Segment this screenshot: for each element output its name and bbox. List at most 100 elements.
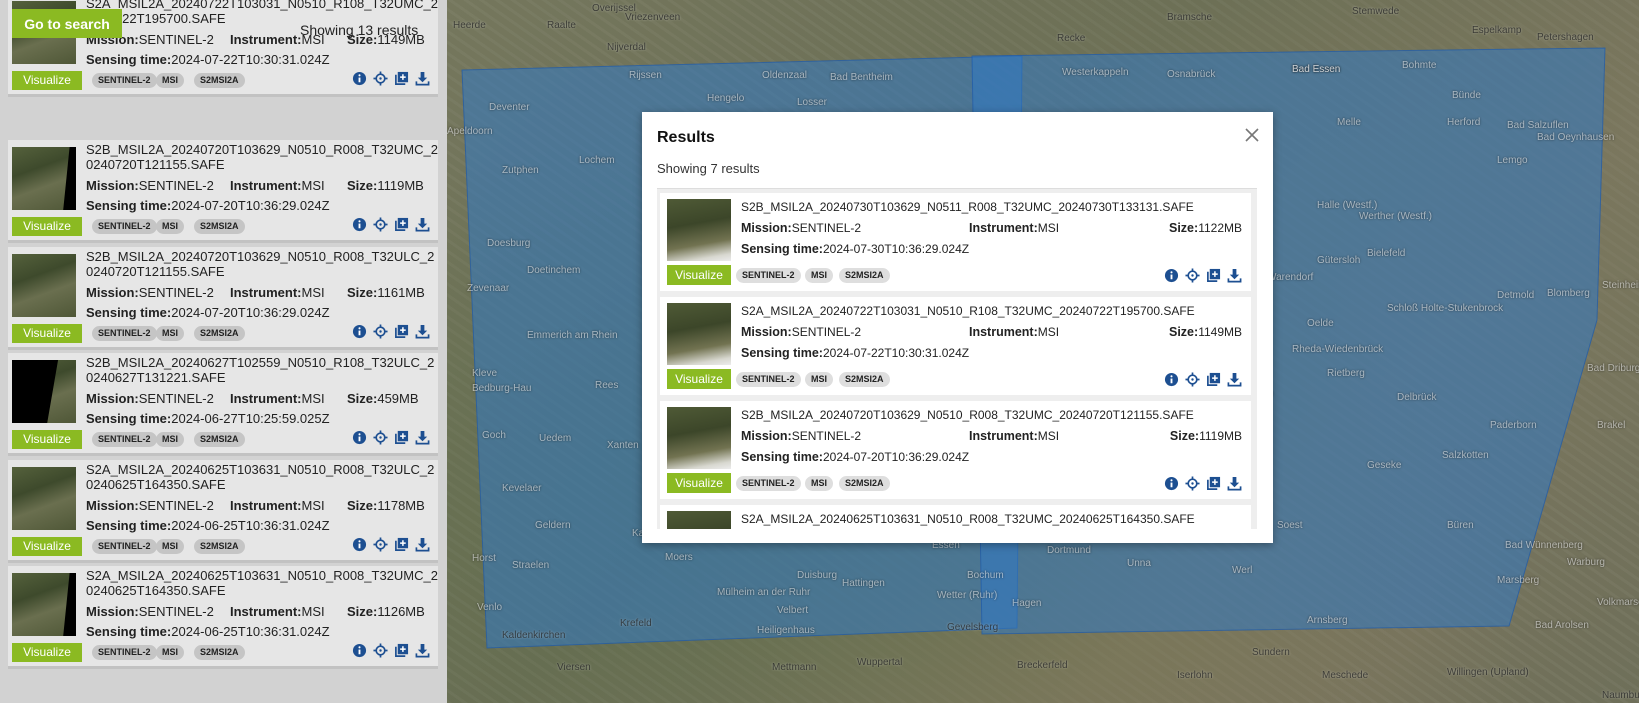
- sensing-time-field-label: Sensing time:: [86, 52, 172, 67]
- visualize-button[interactable]: Visualize: [12, 537, 82, 556]
- sensing-time-field: Sensing time:2024-07-20T10:36:29.024Z: [86, 198, 330, 213]
- instrument-field-value: MSI: [1037, 325, 1060, 339]
- tag-badge: S2MSI2A: [194, 645, 245, 660]
- size-field: Size:1161MB: [347, 285, 425, 300]
- add-to-list-icon[interactable]: [1206, 268, 1221, 283]
- crosshair-icon[interactable]: [373, 71, 388, 86]
- product-thumbnail[interactable]: [667, 199, 731, 261]
- crosshair-icon[interactable]: [373, 537, 388, 552]
- go-to-search-button[interactable]: Go to search: [12, 9, 122, 38]
- add-to-list-icon[interactable]: [394, 217, 409, 232]
- instrument-field: Instrument:MSI: [969, 221, 1059, 235]
- product-thumbnail[interactable]: [12, 147, 76, 210]
- mission-field-value: SENTINEL-2: [138, 391, 214, 406]
- download-icon[interactable]: [1227, 268, 1242, 283]
- mission-field-value: SENTINEL-2: [791, 429, 862, 443]
- visualize-button[interactable]: Visualize: [12, 643, 82, 662]
- results-modal: Results Showing 7 results S2B_MSIL2A_202…: [642, 112, 1273, 543]
- instrument-field: Instrument:MSI: [230, 604, 325, 619]
- results-list[interactable]: S2A_MSIL2A_20240722T103031_N0510_R108_T3…: [0, 0, 447, 703]
- info-icon[interactable]: [352, 537, 367, 552]
- download-icon[interactable]: [415, 643, 430, 658]
- product-thumbnail[interactable]: [12, 254, 76, 317]
- sensing-time-field-value: 2024-07-30T10:36:29.024Z: [822, 242, 970, 256]
- visualize-button[interactable]: Visualize: [12, 324, 82, 343]
- card-actions: [346, 429, 430, 447]
- tag-badge: MSI: [156, 219, 185, 234]
- info-icon[interactable]: [352, 643, 367, 658]
- add-to-list-icon[interactable]: [394, 430, 409, 445]
- product-name: S2A_MSIL2A_20240625T103631_N0510_R008_T3…: [741, 512, 1195, 526]
- size-field-value: 1119MB: [377, 178, 424, 193]
- visualize-button[interactable]: Visualize: [667, 369, 731, 389]
- add-to-list-icon[interactable]: [1206, 476, 1221, 491]
- crosshair-icon[interactable]: [1185, 372, 1200, 387]
- mission-field-value: SENTINEL-2: [138, 32, 214, 47]
- modal-results-count: Showing 7 results: [657, 161, 760, 176]
- info-icon[interactable]: [1164, 372, 1179, 387]
- tag-badge: SENTINEL-2: [92, 539, 157, 554]
- info-icon[interactable]: [352, 217, 367, 232]
- instrument-field: Instrument:MSI: [230, 498, 325, 513]
- download-icon[interactable]: [415, 430, 430, 445]
- tag-badge: MSI: [805, 476, 834, 491]
- card-actions: [1158, 475, 1242, 493]
- info-icon[interactable]: [352, 430, 367, 445]
- product-thumbnail[interactable]: [667, 511, 731, 529]
- crosshair-icon[interactable]: [373, 324, 388, 339]
- info-icon[interactable]: [352, 71, 367, 86]
- download-icon[interactable]: [1227, 372, 1242, 387]
- visualize-button[interactable]: Visualize: [12, 430, 82, 449]
- visualize-button[interactable]: Visualize: [667, 265, 731, 285]
- crosshair-icon[interactable]: [1185, 476, 1200, 491]
- visualize-button[interactable]: Visualize: [12, 71, 82, 90]
- info-icon[interactable]: [1164, 268, 1179, 283]
- download-icon[interactable]: [415, 217, 430, 232]
- mission-field: Mission:SENTINEL-2: [741, 221, 861, 235]
- mission-field: Mission:SENTINEL-2: [86, 285, 214, 300]
- download-icon[interactable]: [1227, 476, 1242, 491]
- instrument-field-value: MSI: [301, 604, 325, 619]
- download-icon[interactable]: [415, 71, 430, 86]
- size-field-label: Size:: [347, 285, 378, 300]
- product-thumbnail[interactable]: [12, 573, 76, 636]
- result-card: S2B_MSIL2A_20240627T102559_N0510_R108_T3…: [8, 353, 438, 456]
- modal-result-card: S2B_MSIL2A_20240730T103629_N0511_R008_T3…: [660, 193, 1251, 291]
- product-thumbnail[interactable]: [12, 360, 76, 423]
- crosshair-icon[interactable]: [1185, 268, 1200, 283]
- download-icon[interactable]: [415, 537, 430, 552]
- mission-field: Mission:SENTINEL-2: [86, 178, 214, 193]
- visualize-button[interactable]: Visualize: [667, 473, 731, 493]
- size-field-label: Size:: [347, 391, 378, 406]
- mission-field: Mission:SENTINEL-2: [86, 498, 214, 513]
- add-to-list-icon[interactable]: [394, 537, 409, 552]
- tag-badge: S2MSI2A: [194, 73, 245, 88]
- crosshair-icon[interactable]: [373, 430, 388, 445]
- sensing-time-field: Sensing time:2024-06-27T10:25:59.025Z: [86, 411, 330, 426]
- modal-results-list[interactable]: S2B_MSIL2A_20240730T103629_N0511_R008_T3…: [657, 188, 1257, 529]
- close-icon[interactable]: [1243, 126, 1261, 144]
- info-icon[interactable]: [1164, 476, 1179, 491]
- add-to-list-icon[interactable]: [394, 324, 409, 339]
- tag-badge: MSI: [156, 539, 185, 554]
- result-card: S2A_MSIL2A_20240625T103631_N0510_R008_T3…: [8, 460, 438, 563]
- info-icon[interactable]: [352, 324, 367, 339]
- tag-badge: MSI: [156, 432, 185, 447]
- mission-field: Mission:SENTINEL-2: [86, 604, 214, 619]
- product-name: S2B_MSIL2A_20240730T103629_N0511_R008_T3…: [741, 200, 1194, 214]
- product-thumbnail[interactable]: [667, 303, 731, 365]
- add-to-list-icon[interactable]: [394, 71, 409, 86]
- sensing-time-field: Sensing time:2024-07-22T10:30:31.024Z: [86, 52, 330, 67]
- download-icon[interactable]: [415, 324, 430, 339]
- size-field-value: 1149MB: [1198, 325, 1242, 339]
- add-to-list-icon[interactable]: [1206, 372, 1221, 387]
- instrument-field-label: Instrument:: [230, 498, 302, 513]
- crosshair-icon[interactable]: [373, 217, 388, 232]
- visualize-button[interactable]: Visualize: [12, 217, 82, 236]
- product-thumbnail[interactable]: [667, 407, 731, 469]
- add-to-list-icon[interactable]: [394, 643, 409, 658]
- tag-badge: SENTINEL-2: [92, 326, 157, 341]
- product-thumbnail[interactable]: [12, 467, 76, 530]
- crosshair-icon[interactable]: [373, 643, 388, 658]
- modal-result-card: S2A_MSIL2A_20240625T103631_N0510_R008_T3…: [660, 505, 1251, 529]
